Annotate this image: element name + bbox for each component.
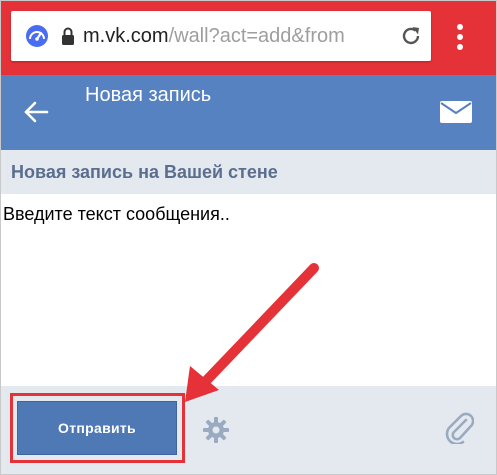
- lock-icon: [62, 27, 74, 45]
- url-host: m.vk.com: [83, 25, 169, 47]
- page-title: Новая запись: [85, 84, 212, 106]
- mail-icon[interactable]: [440, 101, 472, 123]
- section-title: Новая запись на Вашей стене: [11, 162, 278, 182]
- section-header: Новая запись на Вашей стене: [1, 150, 496, 194]
- chrome-speed-icon: [26, 25, 48, 47]
- browser-toolbar: m.vk.com/wall?act=add&from: [1, 1, 496, 75]
- post-textarea[interactable]: Введите текст сообщения..: [1, 194, 496, 386]
- address-bar[interactable]: m.vk.com/wall?act=add&from: [11, 11, 431, 61]
- url-text[interactable]: m.vk.com/wall?act=add&from: [83, 21, 393, 51]
- overflow-menu-icon[interactable]: [456, 23, 464, 51]
- reload-icon[interactable]: [399, 24, 423, 48]
- back-arrow-icon[interactable]: [23, 99, 49, 125]
- highlight-box: [10, 393, 185, 463]
- app-header: Новая запись: [1, 75, 496, 150]
- gear-icon[interactable]: [202, 416, 230, 444]
- post-placeholder: Введите текст сообщения..: [3, 204, 230, 224]
- url-path: /wall?act=add&from: [168, 25, 345, 47]
- paperclip-icon[interactable]: [444, 410, 474, 444]
